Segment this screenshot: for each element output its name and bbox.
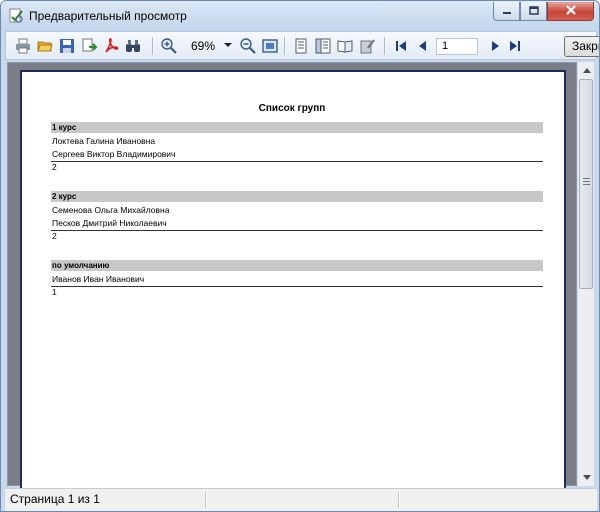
group-section: 1 курс Локтева Галина Ивановна Сергеев В… bbox=[51, 122, 543, 173]
group-section: 2 курс Семенова Ольга Михайловна Песков … bbox=[51, 191, 543, 242]
fit-page-icon[interactable] bbox=[261, 37, 279, 55]
last-page-icon[interactable] bbox=[506, 37, 524, 55]
status-divider bbox=[205, 492, 206, 508]
toolbar: 69% 1 Закр bbox=[5, 31, 599, 60]
preview-window: Предварительный просмотр 69% 1 Закр Спис… bbox=[0, 0, 600, 512]
find-binoculars-icon[interactable] bbox=[124, 37, 142, 55]
group-member: Локтева Галина Ивановна bbox=[52, 136, 156, 146]
preview-app-icon bbox=[8, 8, 24, 24]
scrollbar-thumb[interactable] bbox=[579, 79, 593, 289]
group-header: по умолчанию bbox=[51, 260, 543, 271]
maximize-button[interactable] bbox=[520, 2, 547, 21]
report-title: Список групп bbox=[258, 103, 326, 114]
status-divider bbox=[398, 492, 399, 508]
group-member: Песков Дмитрий Николаевич bbox=[52, 218, 167, 228]
toolbar-separator bbox=[152, 37, 153, 55]
group-member: Семенова Ольга Михайловна bbox=[52, 205, 170, 215]
toolbar-separator bbox=[284, 37, 285, 55]
status-bar: Страница 1 из 1 bbox=[5, 488, 597, 511]
group-member: Сергеев Виктор Владимирович bbox=[52, 149, 176, 159]
print-icon[interactable] bbox=[14, 37, 32, 55]
group-count: 1 bbox=[52, 287, 57, 297]
scroll-up-arrow-icon[interactable] bbox=[578, 62, 595, 79]
minimize-button[interactable] bbox=[493, 2, 520, 21]
first-page-icon[interactable] bbox=[392, 37, 410, 55]
zoom-out-icon[interactable] bbox=[239, 37, 257, 55]
zoom-in-icon[interactable] bbox=[160, 37, 178, 55]
scroll-down-arrow-icon[interactable] bbox=[578, 469, 595, 486]
next-page-icon[interactable] bbox=[486, 37, 504, 55]
group-count: 2 bbox=[52, 231, 57, 241]
single-page-icon[interactable] bbox=[314, 37, 332, 55]
group-count: 2 bbox=[52, 162, 57, 172]
chevron-down-icon[interactable] bbox=[224, 43, 232, 47]
previous-page-icon[interactable] bbox=[414, 37, 432, 55]
close-icon bbox=[565, 4, 577, 18]
pdf-icon[interactable] bbox=[102, 37, 120, 55]
window-title: Предварительный просмотр bbox=[29, 9, 187, 23]
vertical-scrollbar[interactable] bbox=[577, 62, 594, 486]
report-page: Список групп 1 курс Локтева Галина Ивано… bbox=[20, 70, 566, 500]
book-pages-icon[interactable] bbox=[336, 37, 354, 55]
save-icon[interactable] bbox=[58, 37, 76, 55]
open-folder-icon[interactable] bbox=[36, 37, 54, 55]
scrollbar-grip bbox=[583, 184, 590, 185]
maximize-icon bbox=[528, 4, 539, 18]
close-button[interactable]: Закрыть bbox=[564, 36, 599, 57]
toolbar-separator bbox=[384, 37, 385, 55]
close-window-button[interactable] bbox=[547, 2, 594, 21]
group-header: 2 курс bbox=[51, 191, 543, 202]
group-header: 1 курс bbox=[51, 122, 543, 133]
group-section: по умолчанию Иванов Иван Иванович 1 bbox=[51, 260, 543, 298]
title-bar[interactable]: Предварительный просмотр bbox=[1, 1, 599, 31]
minimize-icon bbox=[502, 4, 512, 18]
edit-page-icon[interactable] bbox=[358, 37, 376, 55]
export-icon[interactable] bbox=[80, 37, 98, 55]
page-setup-icon[interactable] bbox=[292, 37, 310, 55]
scrollbar-grip bbox=[583, 178, 590, 179]
group-member: Иванов Иван Иванович bbox=[52, 274, 145, 284]
page-status: Страница 1 из 1 bbox=[10, 492, 100, 506]
page-number-input[interactable]: 1 bbox=[436, 38, 478, 55]
preview-area[interactable]: Список групп 1 курс Локтева Галина Ивано… bbox=[7, 62, 577, 500]
scrollbar-grip bbox=[583, 181, 590, 182]
